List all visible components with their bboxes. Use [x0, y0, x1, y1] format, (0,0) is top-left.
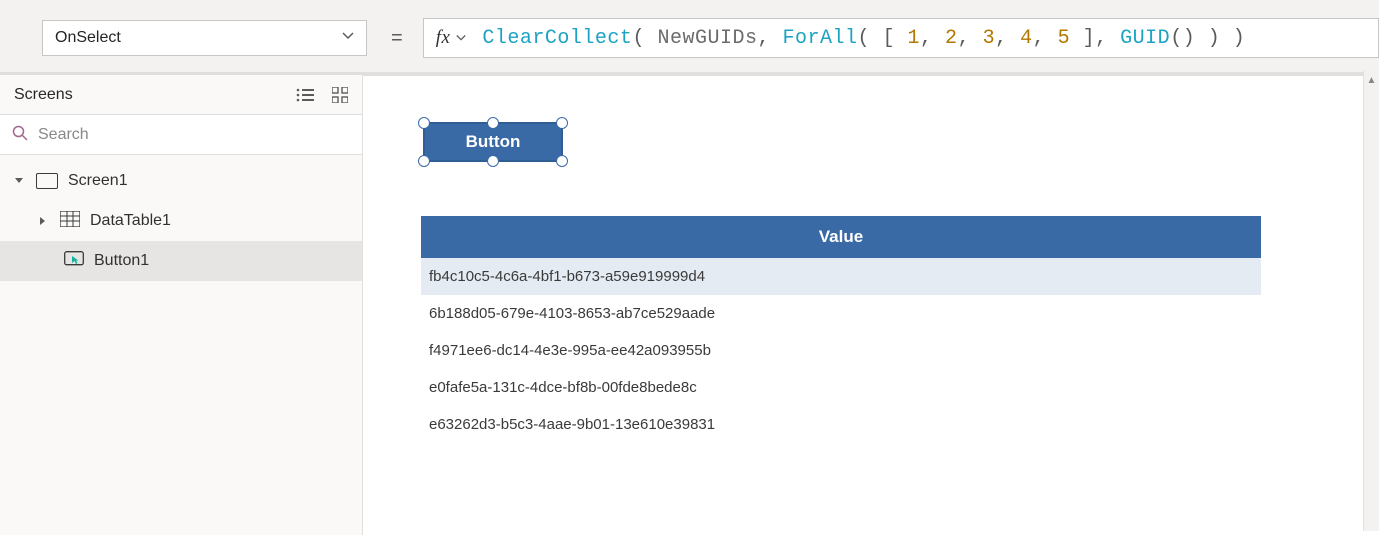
- resize-handle[interactable]: [418, 117, 430, 129]
- search-placeholder: Search: [38, 126, 89, 144]
- expand-icon[interactable]: [36, 216, 50, 226]
- tree-view-panel: Screens: [0, 75, 363, 535]
- tree-item-datatable1[interactable]: DataTable1: [0, 201, 362, 241]
- resize-handle[interactable]: [556, 117, 568, 129]
- formula-bar: OnSelect = fx ClearCollect( NewGUIDs, Fo…: [0, 0, 1379, 75]
- fx-icon: fx: [436, 27, 451, 49]
- button-icon: [64, 251, 84, 272]
- collapse-icon[interactable]: [12, 176, 26, 186]
- property-dropdown[interactable]: OnSelect: [42, 20, 367, 56]
- table-row[interactable]: fb4c10c5-4c6a-4bf1-b673-a59e919999d4: [421, 258, 1261, 295]
- vertical-scrollbar[interactable]: ▲: [1363, 71, 1379, 531]
- chevron-down-icon: [342, 29, 354, 47]
- property-label: OnSelect: [55, 29, 121, 47]
- resize-handle[interactable]: [487, 155, 499, 167]
- tree-item-label: Button1: [94, 252, 149, 270]
- screen-icon: [36, 173, 58, 189]
- table-header[interactable]: Value: [421, 216, 1261, 258]
- search-icon: [12, 125, 28, 144]
- table-row[interactable]: e0fafe5a-131c-4dce-bf8b-00fde8bede8c: [421, 369, 1261, 406]
- panel-header: Screens: [0, 75, 362, 115]
- table-row[interactable]: 6b188d05-679e-4103-8653-ab7ce529aade: [421, 295, 1261, 332]
- grid-icon[interactable]: [332, 87, 348, 103]
- resize-handle[interactable]: [556, 155, 568, 167]
- resize-handle[interactable]: [487, 117, 499, 129]
- scroll-up-icon[interactable]: ▲: [1364, 71, 1379, 89]
- equals-sign: =: [391, 27, 403, 50]
- table-row[interactable]: f4971ee6-dc14-4e3e-995a-ee42a093955b: [421, 332, 1261, 369]
- tree: Screen1 DataTable1: [0, 155, 362, 281]
- button-control[interactable]: Button: [423, 122, 563, 162]
- list-icon[interactable]: [296, 88, 314, 102]
- datatable-icon: [60, 211, 80, 232]
- formula-text: ClearCollect( NewGUIDs, ForAll( [ 1, 2, …: [482, 27, 1245, 50]
- table-row[interactable]: e63262d3-b5c3-4aae-9b01-13e610e39831: [421, 406, 1261, 443]
- tree-item-button1[interactable]: Button1: [0, 241, 362, 281]
- panel-title: Screens: [14, 86, 73, 104]
- search-input[interactable]: Search: [0, 115, 362, 155]
- chevron-down-icon[interactable]: [456, 27, 482, 50]
- resize-handle[interactable]: [418, 155, 430, 167]
- tree-item-label: Screen1: [68, 172, 128, 190]
- canvas[interactable]: Button Value fb4c10c5-4c6a-4bf1-b673-a59…: [363, 75, 1379, 535]
- formula-input[interactable]: fx ClearCollect( NewGUIDs, ForAll( [ 1, …: [423, 18, 1379, 58]
- datatable-control[interactable]: Value fb4c10c5-4c6a-4bf1-b673-a59e919999…: [421, 216, 1261, 443]
- tree-item-label: DataTable1: [90, 212, 171, 230]
- button-text: Button: [466, 132, 521, 152]
- tree-item-screen1[interactable]: Screen1: [0, 161, 362, 201]
